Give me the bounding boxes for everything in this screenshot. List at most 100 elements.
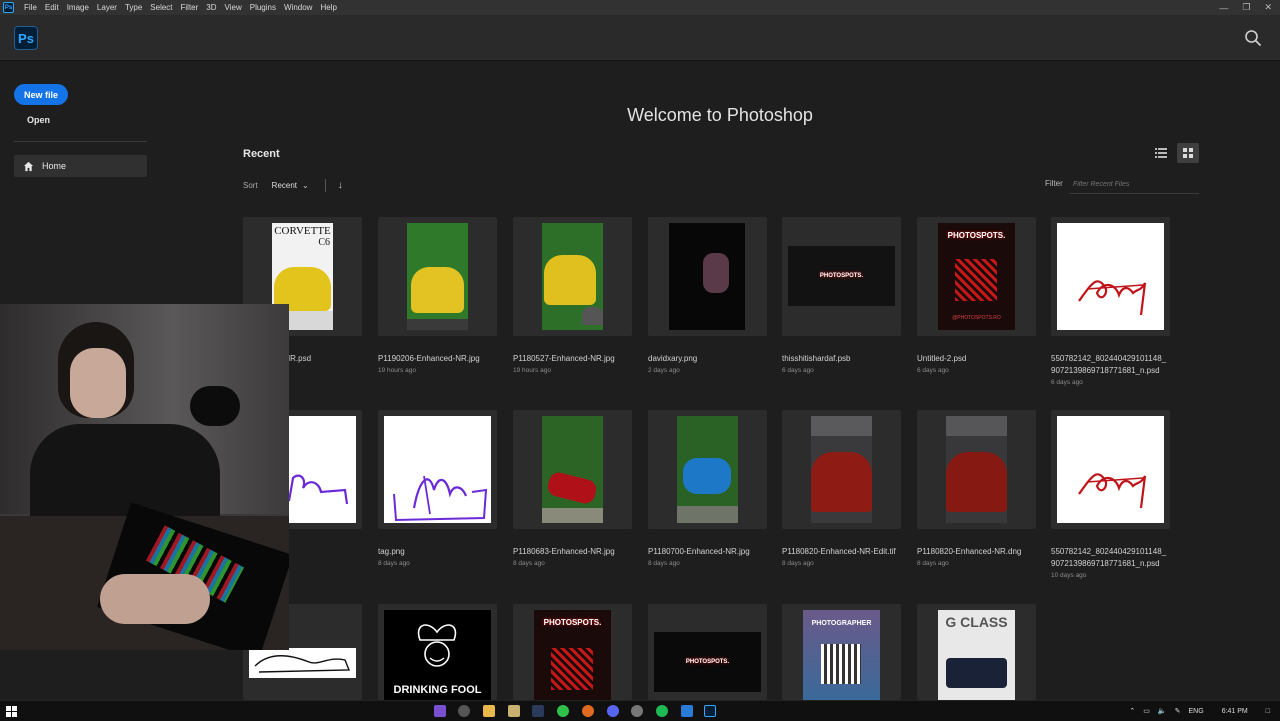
recent-file-card[interactable]: PHOTOSPOTS. bbox=[648, 604, 767, 700]
sidebar-divider bbox=[14, 141, 147, 142]
file-thumbnail: G CLASS bbox=[917, 604, 1036, 700]
menu-window[interactable]: Window bbox=[280, 3, 316, 12]
sort-direction-arrow-icon[interactable]: ↓ bbox=[338, 180, 343, 191]
recent-file-card[interactable]: PHOTOSPOTS. @PHOTOSPOTS.RO Untitled-2.ps… bbox=[917, 217, 1036, 374]
recent-file-card[interactable]: PHOTOGRAPHER bbox=[782, 604, 901, 700]
file-age: 6 days ago bbox=[917, 367, 949, 374]
taskbar-app-icon[interactable] bbox=[631, 705, 643, 717]
file-age: 19 hours ago bbox=[513, 367, 551, 374]
menu-help[interactable]: Help bbox=[316, 3, 340, 12]
thumb-text: CORVETTE bbox=[274, 225, 331, 237]
taskbar-app-icon[interactable] bbox=[458, 705, 470, 717]
recent-file-card[interactable]: tag.png 8 days ago bbox=[378, 410, 497, 567]
restore-icon[interactable]: ❐ bbox=[1242, 2, 1250, 13]
chevron-up-icon[interactable]: ⌃ bbox=[1129, 707, 1135, 715]
recent-file-card[interactable]: G CLASS bbox=[917, 604, 1036, 700]
sort-controls: Sort Recent ⌄ ↓ bbox=[243, 179, 343, 192]
file-age: 8 days ago bbox=[917, 560, 949, 567]
file-age: 19 hours ago bbox=[378, 367, 416, 374]
recent-file-card[interactable]: P1180820-Enhanced-NR.dng 8 days ago bbox=[917, 410, 1036, 567]
recent-file-card[interactable]: P1180683-Enhanced-NR.jpg 8 days ago bbox=[513, 410, 632, 567]
menu-image[interactable]: Image bbox=[63, 3, 93, 12]
network-icon[interactable]: ▭ bbox=[1143, 707, 1150, 715]
file-thumbnail bbox=[1051, 217, 1170, 336]
taskbar-app-icon[interactable] bbox=[508, 705, 520, 717]
menu-select[interactable]: Select bbox=[146, 3, 176, 12]
list-view-button[interactable] bbox=[1150, 143, 1172, 163]
file-name: 550782142_802440429101148_90721398697187… bbox=[1051, 547, 1167, 568]
thumb-text: PHOTOSPOTS. bbox=[819, 273, 864, 279]
system-tray: ⌃ ▭ 🔈 ✎ ENG 6:41 PM □ bbox=[1129, 701, 1270, 721]
file-explorer-icon[interactable] bbox=[483, 705, 495, 717]
menu-edit[interactable]: Edit bbox=[41, 3, 63, 12]
file-name: P1180527-Enhanced-NR.jpg bbox=[513, 354, 615, 363]
pen-icon[interactable]: ✎ bbox=[1175, 707, 1181, 715]
menu-filter[interactable]: Filter bbox=[177, 3, 203, 12]
menu-layer[interactable]: Layer bbox=[93, 3, 121, 12]
file-thumbnail bbox=[648, 217, 767, 336]
menu-3d[interactable]: 3D bbox=[202, 3, 220, 12]
taskbar-app-icon[interactable] bbox=[681, 705, 693, 717]
recent-file-card[interactable]: DRINKING FOOL bbox=[378, 604, 497, 700]
taskbar-app-icon[interactable] bbox=[557, 705, 569, 717]
windows-start-icon[interactable] bbox=[6, 706, 17, 717]
grid-view-button[interactable] bbox=[1177, 143, 1199, 163]
recent-file-card[interactable]: P1180527-Enhanced-NR.jpg 19 hours ago bbox=[513, 217, 632, 374]
file-thumbnail: DRINKING FOOL bbox=[378, 604, 497, 700]
file-thumbnail bbox=[513, 410, 632, 529]
file-thumbnail bbox=[917, 410, 1036, 529]
recent-file-card[interactable]: PHOTOSPOTS. bbox=[513, 604, 632, 700]
notification-icon[interactable]: □ bbox=[1266, 708, 1270, 715]
photoshop-app-icon[interactable]: Ps bbox=[3, 2, 14, 13]
close-icon[interactable]: ✕ bbox=[1264, 2, 1272, 13]
filter-input[interactable] bbox=[1069, 176, 1199, 194]
language-indicator[interactable]: ENG bbox=[1189, 708, 1204, 715]
menu-type[interactable]: Type bbox=[121, 3, 146, 12]
taskbar-app-icon[interactable] bbox=[532, 705, 544, 717]
taskbar-app-icon[interactable] bbox=[434, 705, 446, 717]
view-toggle bbox=[1150, 143, 1199, 163]
menu-file[interactable]: File bbox=[20, 3, 41, 12]
spotify-icon[interactable] bbox=[656, 705, 668, 717]
file-name: P1180700-Enhanced-NR.jpg bbox=[648, 547, 750, 556]
signature-image bbox=[254, 655, 351, 673]
recent-file-card[interactable]: P1180820-Enhanced-NR-Edit.tif 8 days ago bbox=[782, 410, 901, 567]
file-name: P1180820-Enhanced-NR.dng bbox=[917, 547, 1022, 556]
recent-file-card[interactable]: P1190206-Enhanced-NR.jpg 19 hours ago bbox=[378, 217, 497, 374]
open-button[interactable]: Open bbox=[27, 115, 50, 125]
recent-file-card[interactable]: PHOTOSPOTS. thisshitishardaf.psb 6 days … bbox=[782, 217, 901, 374]
file-name: P1190206-Enhanced-NR.jpg bbox=[378, 354, 480, 363]
chevron-down-icon[interactable]: ⌄ bbox=[302, 181, 309, 190]
file-thumbnail: PHOTOSPOTS. bbox=[648, 604, 767, 700]
clock[interactable]: 6:41 PM bbox=[1222, 708, 1248, 715]
file-thumbnail bbox=[782, 410, 901, 529]
search-icon[interactable] bbox=[1244, 29, 1262, 47]
recent-file-card[interactable]: 550782142_802440429101148_90721398697187… bbox=[1051, 410, 1170, 579]
recent-file-card[interactable]: 550782142_802440429101148_90721398697187… bbox=[1051, 217, 1170, 386]
sidebar-item-home[interactable]: Home bbox=[14, 155, 147, 177]
signature-image bbox=[393, 475, 488, 522]
file-thumbnail bbox=[378, 410, 497, 529]
file-thumbnail: PHOTOSPOTS. @PHOTOSPOTS.RO bbox=[917, 217, 1036, 336]
file-age: 6 days ago bbox=[782, 367, 814, 374]
sort-dropdown[interactable]: Recent bbox=[272, 181, 297, 190]
thumb-text: PHOTOGRAPHER bbox=[811, 620, 872, 627]
recent-heading: Recent bbox=[243, 148, 280, 160]
new-file-button[interactable]: New file bbox=[14, 84, 68, 105]
volume-icon[interactable]: 🔈 bbox=[1158, 707, 1167, 715]
file-age: 8 days ago bbox=[648, 560, 680, 567]
photoshop-taskbar-icon[interactable] bbox=[704, 705, 716, 717]
minimize-icon[interactable]: — bbox=[1219, 3, 1228, 13]
menu-plugins[interactable]: Plugins bbox=[246, 3, 280, 12]
file-thumbnail bbox=[1051, 410, 1170, 529]
page-title: Welcome to Photoshop bbox=[627, 105, 813, 125]
recent-file-card[interactable]: davidxary.png 2 days ago bbox=[648, 217, 767, 374]
file-thumbnail: PHOTOGRAPHER bbox=[782, 604, 901, 700]
discord-icon[interactable] bbox=[607, 705, 619, 717]
file-name: davidxary.png bbox=[648, 354, 698, 363]
recent-file-card[interactable]: P1180700-Enhanced-NR.jpg 8 days ago bbox=[648, 410, 767, 567]
menu-view[interactable]: View bbox=[221, 3, 246, 12]
taskbar-app-icon[interactable] bbox=[582, 705, 594, 717]
file-name: tag.png bbox=[378, 547, 405, 556]
file-name: Untitled-2.psd bbox=[917, 354, 967, 363]
